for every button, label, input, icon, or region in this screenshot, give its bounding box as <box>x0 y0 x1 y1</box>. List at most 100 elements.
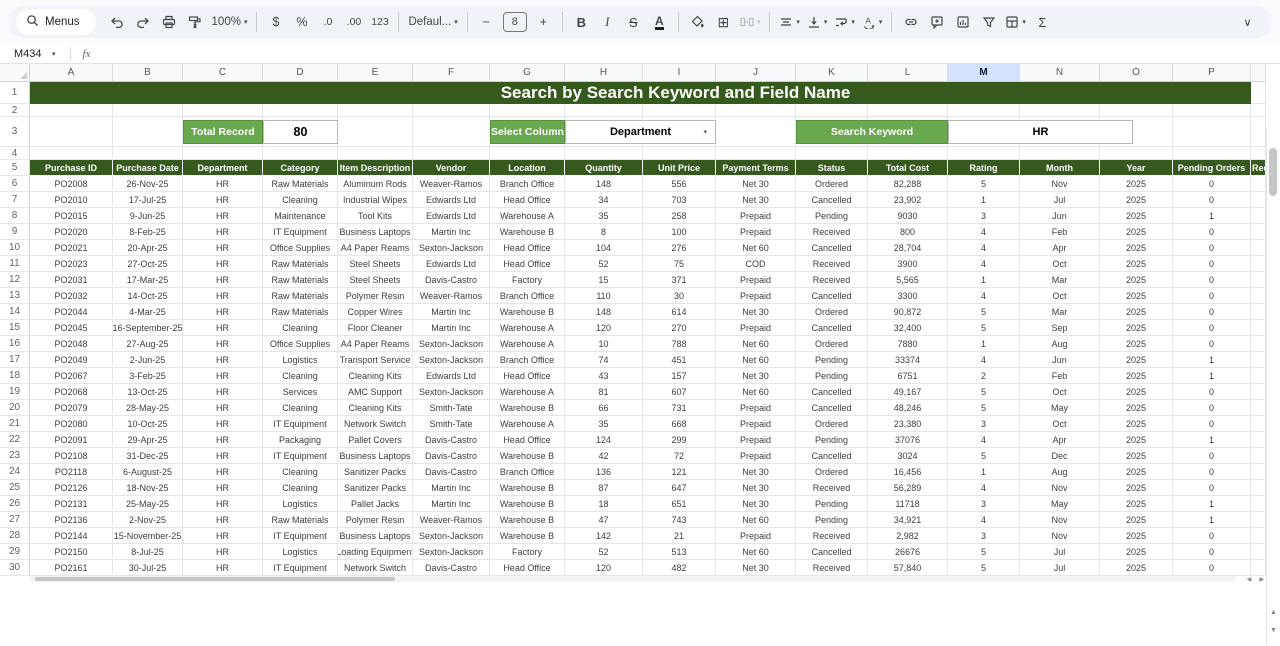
table-cell[interactable]: PO2126 <box>30 480 113 496</box>
table-cell[interactable]: 26-Nov-25 <box>113 176 183 192</box>
table-cell[interactable]: Loading Equipment <box>338 544 413 560</box>
bold-button[interactable]: B <box>569 9 594 35</box>
table-cell[interactable]: Cleaning <box>263 368 338 384</box>
table-cell[interactable]: 21 <box>643 528 716 544</box>
table-cell[interactable]: 4 <box>948 352 1020 368</box>
table-cell[interactable]: 52 <box>565 544 643 560</box>
row-header-9[interactable]: 9 <box>0 224 30 240</box>
fill-color-button[interactable] <box>685 9 710 35</box>
table-cell[interactable]: 5 <box>948 448 1020 464</box>
table-cell[interactable]: 2025 <box>1100 496 1173 512</box>
borders-button[interactable]: ⊞ <box>711 9 736 35</box>
table-cell[interactable]: HR <box>183 416 263 432</box>
table-cell[interactable]: HR <box>183 528 263 544</box>
text-rotation-button[interactable]: A ▾ <box>859 9 886 35</box>
table-cell[interactable]: Head Office <box>490 432 565 448</box>
table-cell[interactable]: Sexton-Jackson <box>413 528 490 544</box>
table-cell[interactable]: Cancelled <box>796 320 868 336</box>
italic-button[interactable]: I <box>595 9 620 35</box>
table-cell[interactable]: 0 <box>1173 304 1251 320</box>
row-header-26[interactable]: 26 <box>0 496 30 512</box>
table-cell[interactable]: Net 60 <box>716 512 796 528</box>
table-cell-partial[interactable] <box>1251 400 1266 416</box>
table-cell-partial[interactable] <box>1251 176 1266 192</box>
table-cell[interactable]: 16-September-25 <box>113 320 183 336</box>
table-cell[interactable]: 72 <box>643 448 716 464</box>
table-cell-partial[interactable] <box>1251 352 1266 368</box>
table-cell[interactable]: Cleaning <box>263 192 338 208</box>
table-cell[interactable]: 3300 <box>868 288 948 304</box>
table-cell[interactable]: Warehouse A <box>490 320 565 336</box>
row-header-29[interactable]: 29 <box>0 544 30 560</box>
table-cell[interactable]: 48,246 <box>868 400 948 416</box>
table-cell-partial[interactable] <box>1251 272 1266 288</box>
table-cell[interactable]: 8-Feb-25 <box>113 224 183 240</box>
table-cell[interactable]: Business Laptops <box>338 224 413 240</box>
table-cell[interactable]: 0 <box>1173 240 1251 256</box>
table-cell[interactable]: PO2079 <box>30 400 113 416</box>
cell[interactable] <box>30 147 113 160</box>
table-cell[interactable]: Warehouse B <box>490 304 565 320</box>
table-cell[interactable]: HR <box>183 240 263 256</box>
table-cell[interactable]: Net 30 <box>716 192 796 208</box>
strikethrough-button[interactable]: S <box>621 9 646 35</box>
table-cell[interactable]: 1 <box>1173 352 1251 368</box>
table-cell-partial[interactable] <box>1251 256 1266 272</box>
table-cell[interactable]: IT Equipment <box>263 416 338 432</box>
table-cell[interactable]: HR <box>183 496 263 512</box>
table-cell[interactable]: 2025 <box>1100 416 1173 432</box>
table-cell[interactable]: Pallet Covers <box>338 432 413 448</box>
table-cell[interactable]: 2,982 <box>868 528 948 544</box>
table-cell[interactable]: 4-Mar-25 <box>113 304 183 320</box>
table-cell[interactable]: Packaging <box>263 432 338 448</box>
table-cell[interactable]: Net 60 <box>716 352 796 368</box>
table-cell[interactable]: Steel Sheets <box>338 272 413 288</box>
column-header-partial[interactable] <box>1251 64 1266 82</box>
table-cell[interactable]: 15 <box>565 272 643 288</box>
table-cell[interactable]: Ordered <box>796 416 868 432</box>
cell[interactable] <box>868 104 948 117</box>
table-cell[interactable]: Mar <box>1020 272 1100 288</box>
table-cell-partial[interactable] <box>1251 448 1266 464</box>
table-cell[interactable]: PO2020 <box>30 224 113 240</box>
cell[interactable] <box>1100 147 1173 160</box>
table-cell[interactable]: Raw Materials <box>263 288 338 304</box>
table-cell[interactable]: 668 <box>643 416 716 432</box>
table-cell[interactable]: Industrial Wipes <box>338 192 413 208</box>
table-cell[interactable]: 2025 <box>1100 560 1173 576</box>
table-cell[interactable]: PO2044 <box>30 304 113 320</box>
cell[interactable] <box>796 147 868 160</box>
table-cell[interactable]: HR <box>183 432 263 448</box>
cell[interactable] <box>948 104 1020 117</box>
table-cell[interactable]: 52 <box>565 256 643 272</box>
table-cell[interactable]: Network Switch <box>338 416 413 432</box>
table-cell-partial[interactable] <box>1251 384 1266 400</box>
row-header-25[interactable]: 25 <box>0 480 30 496</box>
table-cell[interactable]: 5 <box>948 304 1020 320</box>
table-cell[interactable]: May <box>1020 496 1100 512</box>
table-cell[interactable]: Received <box>796 528 868 544</box>
table-cell[interactable]: 74 <box>565 352 643 368</box>
table-cell[interactable]: Net 60 <box>716 336 796 352</box>
table-cell[interactable]: 0 <box>1173 176 1251 192</box>
cell[interactable] <box>413 117 490 147</box>
table-cell[interactable]: Logistics <box>263 352 338 368</box>
table-cell[interactable]: Edwards Ltd <box>413 256 490 272</box>
table-cell[interactable]: 2025 <box>1100 176 1173 192</box>
table-cell-partial[interactable] <box>1251 528 1266 544</box>
table-cell[interactable]: HR <box>183 224 263 240</box>
table-cell[interactable]: Dec <box>1020 448 1100 464</box>
table-cell[interactable]: Polymer Resin <box>338 288 413 304</box>
table-cell[interactable]: Warehouse A <box>490 208 565 224</box>
table-cell[interactable]: Edwards Ltd <box>413 192 490 208</box>
table-cell[interactable]: 2025 <box>1100 464 1173 480</box>
row-header-6[interactable]: 6 <box>0 176 30 192</box>
table-cell[interactable]: 18-Nov-25 <box>113 480 183 496</box>
table-cell[interactable]: 2-Jun-25 <box>113 352 183 368</box>
table-cell[interactable]: Network Switch <box>338 560 413 576</box>
table-cell[interactable]: Nov <box>1020 480 1100 496</box>
table-cell-partial[interactable] <box>1251 224 1266 240</box>
vertical-scrollbar[interactable]: ▲ ▼ <box>1266 128 1280 646</box>
table-cell[interactable]: 4 <box>948 480 1020 496</box>
cell[interactable] <box>338 104 413 117</box>
